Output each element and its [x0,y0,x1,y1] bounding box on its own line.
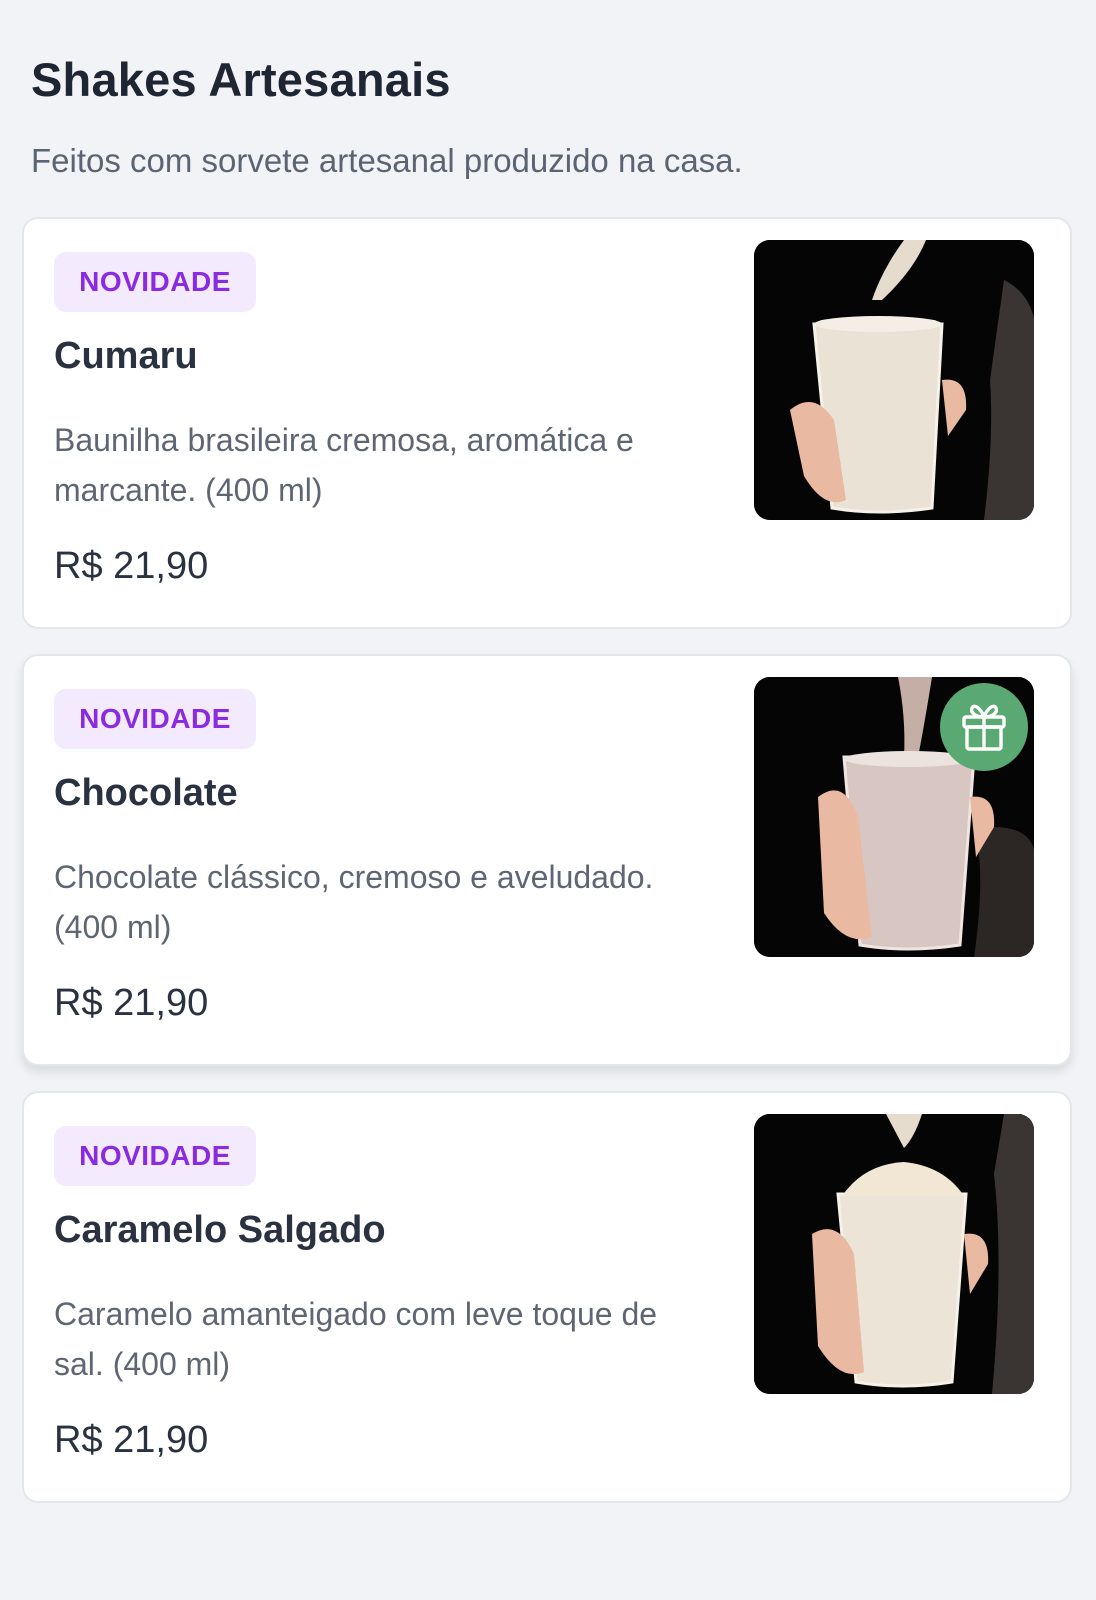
product-name: Cumaru [54,335,198,377]
new-badge: NOVIDADE [54,252,256,312]
new-badge: NOVIDADE [54,689,256,749]
product-photo[interactable] [754,1114,1034,1394]
product-price: R$ 21,90 [54,1419,209,1461]
product-description: Chocolate clássico, cremoso e aveludado.… [54,859,654,945]
product-description: Caramelo amanteigado com leve toque de s… [54,1296,658,1382]
product-name: Chocolate [54,772,238,814]
product-photo[interactable] [754,677,1034,957]
product-name: Caramelo Salgado [54,1209,386,1251]
product-description: Baunilha brasileira cremosa, aromática e… [54,422,634,508]
section-subtitle: Feitos com sorvete artesanal produzido n… [31,142,743,179]
section-title: Shakes Artesanais [31,53,451,106]
gift-icon[interactable] [940,683,1028,771]
product-price: R$ 21,90 [54,545,209,587]
product-photo[interactable] [754,240,1034,520]
product-card-caramelo-salgado[interactable]: NOVIDADE Caramelo Salgado Caramelo amant… [22,1091,1072,1503]
product-card-cumaru[interactable]: NOVIDADE Cumaru Baunilha brasileira crem… [22,217,1072,629]
new-badge: NOVIDADE [54,1126,256,1186]
product-price: R$ 21,90 [54,982,209,1024]
product-card-chocolate[interactable]: NOVIDADE Chocolate Chocolate clássico, c… [22,654,1072,1066]
